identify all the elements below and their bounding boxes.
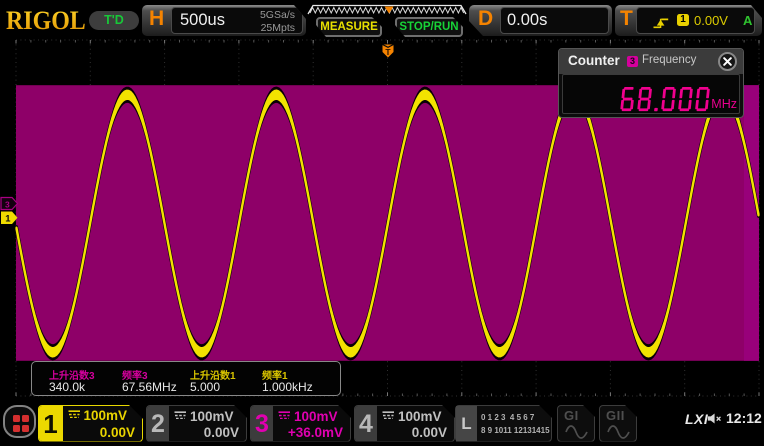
svg-text:3: 3 xyxy=(5,200,10,210)
svg-text:T: T xyxy=(385,47,391,57)
svg-text:1: 1 xyxy=(5,214,11,225)
